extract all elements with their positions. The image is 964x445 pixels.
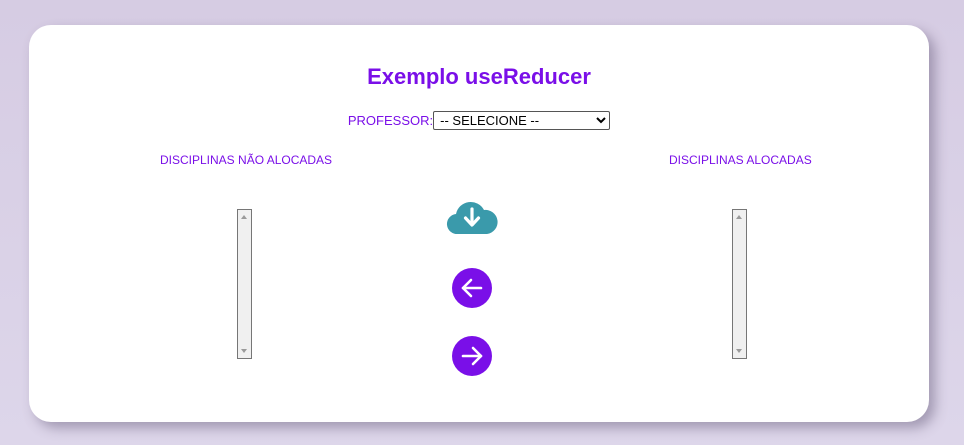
arrow-left-icon bbox=[461, 278, 483, 298]
move-left-button[interactable] bbox=[452, 268, 492, 308]
allocated-label: DISCIPLINAS ALOCADAS bbox=[669, 153, 812, 167]
arrow-right-icon bbox=[461, 346, 483, 366]
scroll-up-arrow[interactable] bbox=[736, 215, 742, 219]
professor-label: PROFESSOR: bbox=[347, 113, 434, 128]
scroll-down-arrow[interactable] bbox=[736, 349, 742, 353]
move-right-button[interactable] bbox=[452, 336, 492, 376]
allocated-listbox[interactable] bbox=[732, 209, 747, 359]
page-title: Exemplo useReducer bbox=[367, 64, 591, 89]
cloud-download-icon bbox=[446, 201, 498, 235]
scroll-up-arrow[interactable] bbox=[241, 215, 247, 219]
main-card: Exemplo useReducer PROFESSOR: -- SELECIO… bbox=[29, 25, 929, 422]
professor-select[interactable]: -- SELECIONE -- bbox=[433, 111, 611, 130]
unallocated-listbox[interactable] bbox=[237, 209, 252, 359]
scroll-down-arrow[interactable] bbox=[241, 349, 247, 353]
unallocated-label: DISCIPLINAS NÃO ALOCADAS bbox=[160, 153, 333, 167]
load-button[interactable] bbox=[446, 198, 498, 236]
professor-row: PROFESSOR: -- SELECIONE -- bbox=[29, 111, 929, 130]
